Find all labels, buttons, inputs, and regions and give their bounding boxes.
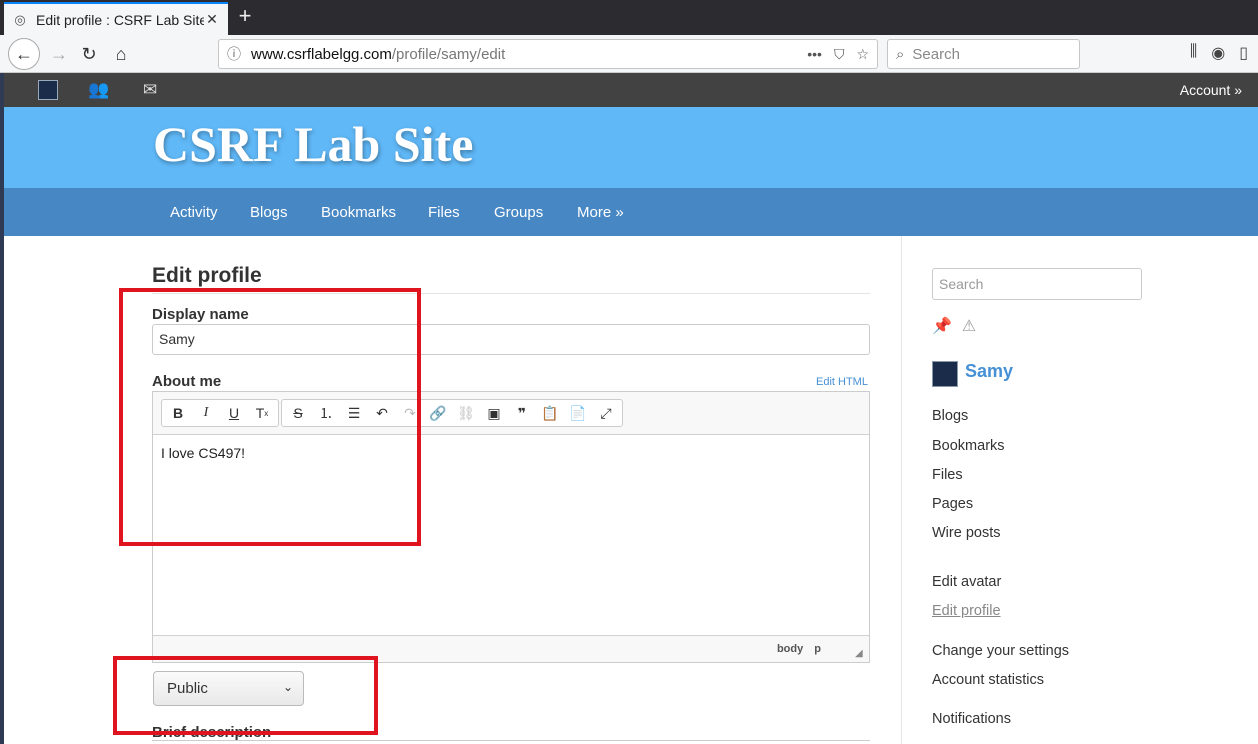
pin-icon[interactable]: 📌	[932, 316, 952, 336]
paste-from-word-icon[interactable]: 📄	[564, 400, 592, 426]
url-path: /profile/samy/edit	[391, 45, 506, 63]
page-actions-icon[interactable]: •••	[807, 46, 822, 63]
sidebar-item-account-statistics[interactable]: Account statistics	[932, 672, 1044, 688]
account-menu[interactable]: Account »	[1180, 82, 1242, 98]
sidebar-item-blogs[interactable]: Blogs	[932, 408, 968, 424]
sidebar-divider	[901, 236, 902, 744]
messages-icon[interactable]: ✉	[140, 80, 160, 100]
friends-icon[interactable]: 👥	[88, 80, 109, 100]
site-menu: Activity Blogs Bookmarks Files Groups Mo…	[4, 188, 1258, 236]
new-tab-button[interactable]: +	[234, 5, 256, 27]
bookmark-star-icon[interactable]: ☆	[856, 46, 869, 63]
browser-search-placeholder: Search	[912, 45, 960, 63]
highlight-box-profile-fields	[119, 288, 421, 546]
menu-item-files[interactable]: Files	[428, 204, 460, 221]
highlight-box-access	[113, 656, 378, 735]
blockquote-icon[interactable]: ❞	[508, 400, 536, 426]
reload-button[interactable]: ↻	[74, 39, 104, 69]
report-icon[interactable]: ⚠	[962, 316, 976, 336]
browser-tab-strip: ◎ Edit profile : CSRF Lab Site ✕ +	[0, 0, 1258, 35]
url-host: www.csrflabelgg.com	[251, 45, 392, 63]
edit-html-link[interactable]: Edit HTML	[816, 376, 868, 388]
site-header: CSRF Lab Site	[4, 107, 1258, 188]
menu-item-groups[interactable]: Groups	[494, 204, 543, 221]
home-button[interactable]: ⌂	[106, 39, 136, 69]
forward-button[interactable]: →	[44, 39, 74, 69]
menu-item-blogs[interactable]: Blogs	[250, 204, 288, 221]
back-button[interactable]: ←	[8, 38, 40, 70]
editor-element-path[interactable]: body p	[777, 643, 821, 655]
image-icon[interactable]: ▣	[480, 400, 508, 426]
browser-toolbar: ← → ↻ ⌂ ⓘ www.csrflabelgg.com/profile/sa…	[0, 35, 1258, 73]
info-icon[interactable]: ⓘ	[227, 44, 251, 64]
maximize-icon[interactable]: ⤢	[592, 400, 620, 426]
site-title[interactable]: CSRF Lab Site	[153, 115, 473, 173]
menu-item-bookmarks[interactable]: Bookmarks	[321, 204, 396, 221]
brief-description-input[interactable]	[152, 740, 870, 741]
search-icon: ⌕	[896, 45, 905, 63]
page-title: Edit profile	[152, 264, 262, 287]
sidebar-item-wire-posts[interactable]: Wire posts	[932, 525, 1001, 541]
library-icon[interactable]: ⫼	[1190, 43, 1197, 63]
resize-handle-icon[interactable]: ◢	[855, 648, 865, 659]
sidebar-item-change-settings[interactable]: Change your settings	[932, 643, 1069, 659]
address-bar[interactable]: ⓘ www.csrflabelgg.com/profile/samy/edit …	[218, 39, 878, 69]
sync-icon[interactable]: ◉	[1211, 43, 1225, 63]
sidebar-item-pages[interactable]: Pages	[932, 496, 973, 512]
owner-avatar[interactable]	[932, 361, 958, 387]
sidebar-item-files[interactable]: Files	[932, 467, 963, 483]
paste-icon[interactable]: 📋	[536, 400, 564, 426]
sidebar-item-edit-profile[interactable]: Edit profile	[932, 603, 1001, 619]
browser-tab[interactable]: ◎ Edit profile : CSRF Lab Site ✕	[4, 2, 228, 35]
user-avatar-icon[interactable]	[38, 80, 58, 100]
site-favicon-icon: ◎	[14, 11, 26, 27]
pocket-icon[interactable]: ⛉	[834, 46, 845, 63]
owner-name[interactable]: Samy	[965, 361, 1013, 382]
tab-title: Edit profile : CSRF Lab Site	[36, 11, 204, 28]
sidebar-search-input[interactable]: Search	[932, 268, 1142, 300]
sidebar-item-bookmarks[interactable]: Bookmarks	[932, 438, 1005, 454]
close-tab-icon[interactable]: ✕	[204, 11, 220, 28]
menu-item-activity[interactable]: Activity	[170, 204, 218, 221]
sidebar-item-notifications[interactable]: Notifications	[932, 711, 1011, 727]
menu-item-more[interactable]: More »	[577, 204, 624, 221]
elgg-topbar: 👥 ✉ Account »	[4, 73, 1258, 107]
unlink-icon[interactable]: ⛓	[452, 400, 480, 426]
browser-search-box[interactable]: ⌕ Search	[887, 39, 1080, 69]
sidebar-item-edit-avatar[interactable]: Edit avatar	[932, 574, 1001, 590]
link-icon[interactable]: 🔗	[424, 400, 452, 426]
sidebar-toggle-icon[interactable]: ▯	[1239, 43, 1248, 63]
